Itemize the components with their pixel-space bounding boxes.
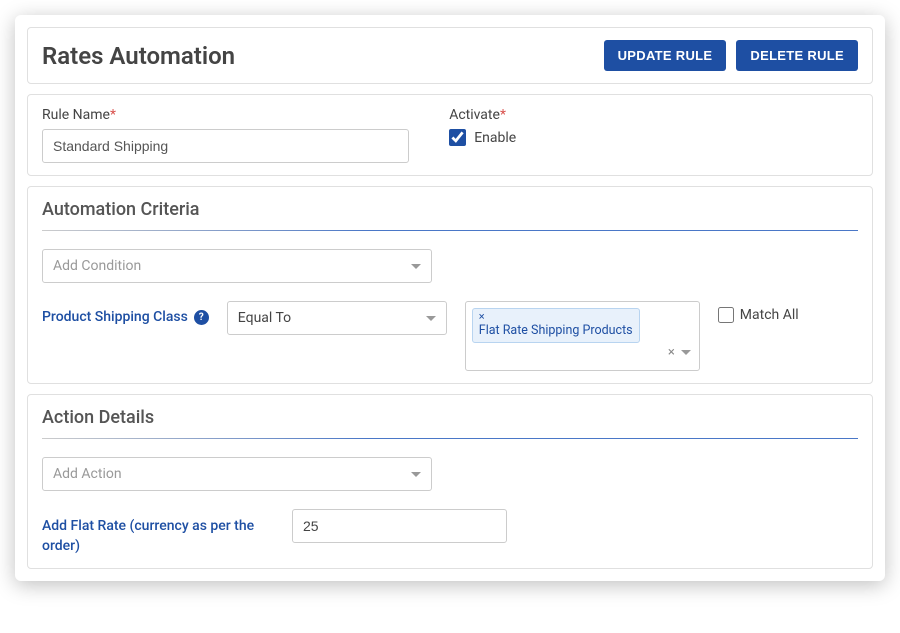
match-all-block: Match All	[718, 301, 799, 323]
activate-label: Activate*	[449, 107, 816, 123]
divider	[42, 230, 858, 231]
operator-select[interactable]: Equal To	[227, 301, 447, 335]
header-panel: Rates Automation UPDATE RULE DELETE RULE	[27, 27, 873, 84]
criteria-field-label-text: Product Shipping Class	[42, 309, 188, 325]
flat-rate-row: Add Flat Rate (currency as per the order…	[42, 509, 858, 556]
chevron-down-icon	[411, 472, 421, 477]
chevron-down-icon	[426, 316, 436, 321]
criteria-section-title: Automation Criteria	[42, 199, 858, 220]
rates-automation-card: Rates Automation UPDATE RULE DELETE RULE…	[15, 15, 885, 581]
criteria-row: Product Shipping Class ? Equal To × Flat…	[42, 301, 858, 371]
match-all-checkbox[interactable]	[718, 307, 734, 323]
action-panel: Action Details Add Action Add Flat Rate …	[27, 394, 873, 569]
rule-name-label-text: Rule Name	[42, 107, 110, 123]
action-section-title: Action Details	[42, 407, 858, 428]
enable-checkbox-label: Enable	[474, 130, 516, 146]
activate-label-text: Activate	[449, 107, 500, 123]
divider	[42, 438, 858, 439]
update-rule-button[interactable]: UPDATE RULE	[604, 40, 727, 71]
rule-info-panel: Rule Name* Activate* Enable	[27, 94, 873, 176]
rule-name-block: Rule Name*	[42, 107, 409, 163]
match-all-label: Match All	[740, 307, 799, 323]
flat-rate-label: Add Flat Rate (currency as per the order…	[42, 509, 262, 556]
help-icon[interactable]: ?	[194, 310, 209, 325]
rule-name-label: Rule Name*	[42, 107, 409, 123]
clear-all-icon[interactable]: ×	[668, 345, 675, 360]
chevron-down-icon[interactable]	[681, 350, 691, 355]
header-actions: UPDATE RULE DELETE RULE	[604, 40, 858, 71]
add-action-select[interactable]: Add Action	[42, 457, 432, 491]
add-action-placeholder: Add Action	[53, 466, 122, 482]
required-asterisk: *	[110, 107, 116, 123]
required-asterisk: *	[500, 107, 506, 123]
flat-rate-input[interactable]	[292, 509, 507, 543]
value-token-box[interactable]: × Flat Rate Shipping Products ×	[465, 301, 700, 371]
activate-block: Activate* Enable	[449, 107, 816, 163]
enable-checkbox[interactable]	[449, 129, 466, 146]
page-title: Rates Automation	[42, 42, 235, 70]
chevron-down-icon	[411, 264, 421, 269]
token-item: × Flat Rate Shipping Products	[472, 308, 640, 343]
criteria-panel: Automation Criteria Add Condition Produc…	[27, 186, 873, 384]
rule-name-input[interactable]	[42, 129, 409, 163]
token-remove-icon[interactable]: ×	[479, 311, 633, 322]
token-box-controls: ×	[668, 345, 691, 360]
operator-value: Equal To	[238, 310, 291, 326]
add-condition-select[interactable]: Add Condition	[42, 249, 432, 283]
delete-rule-button[interactable]: DELETE RULE	[736, 40, 858, 71]
add-condition-placeholder: Add Condition	[53, 258, 141, 274]
token-label: Flat Rate Shipping Products	[479, 323, 633, 338]
criteria-field-label: Product Shipping Class ?	[42, 301, 209, 325]
